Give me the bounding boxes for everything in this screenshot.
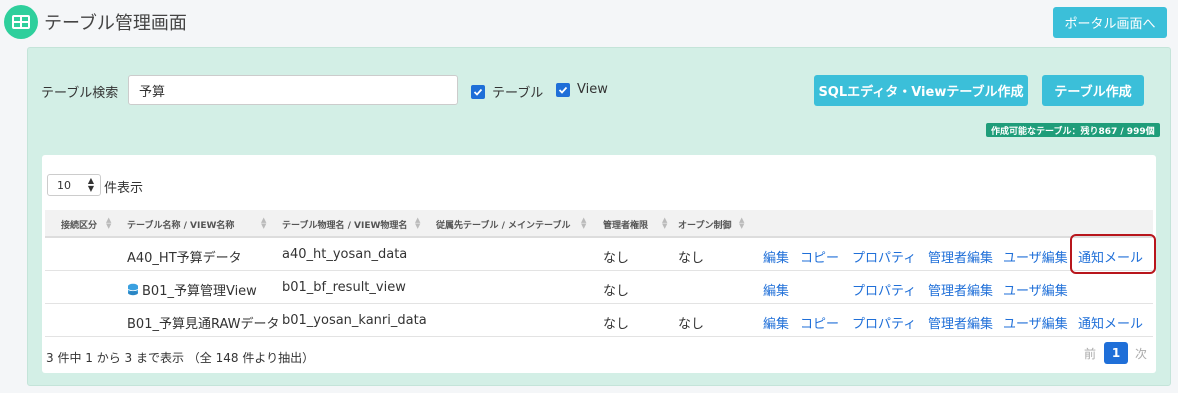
sql-editor-button[interactable]: SQLエディタ・Viewテーブル作成 — [814, 75, 1028, 106]
user-edit-link[interactable]: ユーザ編集 — [1003, 280, 1068, 299]
admin-permission: なし — [603, 317, 630, 332]
physical-name: b01_yosan_kanri_data — [282, 313, 427, 328]
search-panel: テーブル検索 テーブル View SQLエディタ・Viewテーブル作成 テーブル… — [27, 47, 1171, 386]
table-search-input[interactable] — [128, 75, 458, 105]
edit-link[interactable]: 編集 — [763, 313, 789, 332]
highlight-box — [1070, 234, 1156, 274]
property-link[interactable]: プロパティ — [852, 313, 916, 332]
admin-edit-link[interactable]: 管理者編集 — [928, 247, 993, 266]
table-checkbox-label: テーブル — [492, 86, 544, 101]
portal-button[interactable]: ポータル画面へ — [1053, 7, 1167, 38]
table-app-icon — [4, 5, 38, 39]
admin-edit-link[interactable]: 管理者編集 — [928, 313, 993, 332]
physical-name: a40_ht_yosan_data — [282, 247, 408, 262]
property-link[interactable]: プロパティ — [852, 247, 916, 266]
view-checkbox-label: View — [577, 82, 608, 97]
admin-edit-link[interactable]: 管理者編集 — [928, 280, 993, 299]
table-info: 3 件中 1 から 3 まで表示 （全 148 件より抽出） — [46, 351, 315, 365]
page-header: テーブル管理画面 ポータル画面へ — [0, 0, 1178, 44]
page-title: テーブル管理画面 — [44, 13, 187, 34]
table-name: B01_予算管理View — [142, 284, 257, 299]
sort-icon[interactable]: ▲ ▼ — [415, 217, 420, 230]
notify-mail-link[interactable]: 通知メール — [1078, 313, 1143, 332]
column-header-physical-name[interactable]: テーブル物理名 / VIEW物理名 — [282, 218, 407, 231]
page-length-label: 件表示 — [104, 181, 144, 196]
quota-badge: 作成可能なテーブル：残り867 / 999個 — [986, 123, 1160, 137]
checkbox-checked-icon — [471, 84, 485, 99]
column-header-open-control[interactable]: オープン制御 — [678, 218, 731, 231]
table-card: 10 ▲ ▼ 件表示 接続区分 ▲ ▼ テーブル名称 / VIEW名称 ▲ ▼ テーブ… — [42, 155, 1156, 373]
table-row: A40_HT予算データ a40_ht_yosan_data なし なし 編集 コ… — [45, 234, 1156, 274]
view-database-icon — [127, 281, 139, 300]
column-header-table-name[interactable]: テーブル名称 / VIEW名称 — [127, 218, 234, 231]
admin-permission: なし — [603, 284, 630, 299]
copy-link[interactable]: コピー — [800, 313, 839, 332]
pagination-current-page[interactable]: 1 — [1104, 342, 1128, 364]
user-edit-link[interactable]: ユーザ編集 — [1003, 247, 1068, 266]
create-table-button[interactable]: テーブル作成 — [1042, 75, 1144, 106]
copy-link[interactable]: コピー — [800, 247, 839, 266]
open-control: なし — [678, 317, 705, 332]
table-row: B01_予算見通RAWデータ b01_yosan_kanri_data なし な… — [45, 305, 1153, 337]
table-search-label: テーブル検索 — [41, 86, 119, 101]
table-row: B01_予算管理View b01_bf_result_view なし 編集 プロ… — [45, 272, 1153, 304]
column-header-parent-table[interactable]: 従属先テーブル / メインテーブル — [436, 218, 570, 231]
sort-icon[interactable]: ▲ ▼ — [662, 217, 667, 230]
sort-icon[interactable]: ▲ ▼ — [106, 217, 111, 230]
view-checkbox[interactable]: View — [556, 82, 608, 97]
table-checkbox[interactable]: テーブル — [471, 82, 543, 101]
user-edit-link[interactable]: ユーザ編集 — [1003, 313, 1068, 332]
table-name: A40_HT予算データ — [127, 251, 242, 266]
property-link[interactable]: プロパティ — [852, 280, 916, 299]
physical-name: b01_bf_result_view — [282, 280, 406, 295]
table-header: 接続区分 ▲ ▼ テーブル名称 / VIEW名称 ▲ ▼ テーブル物理名 / VIE… — [45, 210, 1153, 238]
edit-link[interactable]: 編集 — [763, 247, 789, 266]
table-name: B01_予算見通RAWデータ — [127, 317, 280, 332]
pagination-next[interactable]: 次 — [1135, 345, 1147, 362]
pagination-prev[interactable]: 前 — [1084, 345, 1096, 362]
column-header-admin-permission[interactable]: 管理者権限 — [603, 218, 648, 231]
page-length-value: 10 — [57, 178, 71, 192]
edit-link[interactable]: 編集 — [763, 280, 789, 299]
select-arrows-icon: ▲ ▼ — [87, 176, 94, 193]
checkbox-checked-icon — [556, 82, 570, 97]
sort-icon[interactable]: ▲ ▼ — [581, 217, 586, 230]
admin-permission: なし — [603, 251, 630, 266]
sort-icon[interactable]: ▲ ▼ — [261, 217, 266, 230]
page-length-select[interactable]: 10 ▲ ▼ — [47, 174, 101, 196]
column-header-connection[interactable]: 接続区分 — [61, 218, 97, 231]
open-control: なし — [678, 251, 705, 266]
sort-icon[interactable]: ▲ ▼ — [739, 217, 744, 230]
